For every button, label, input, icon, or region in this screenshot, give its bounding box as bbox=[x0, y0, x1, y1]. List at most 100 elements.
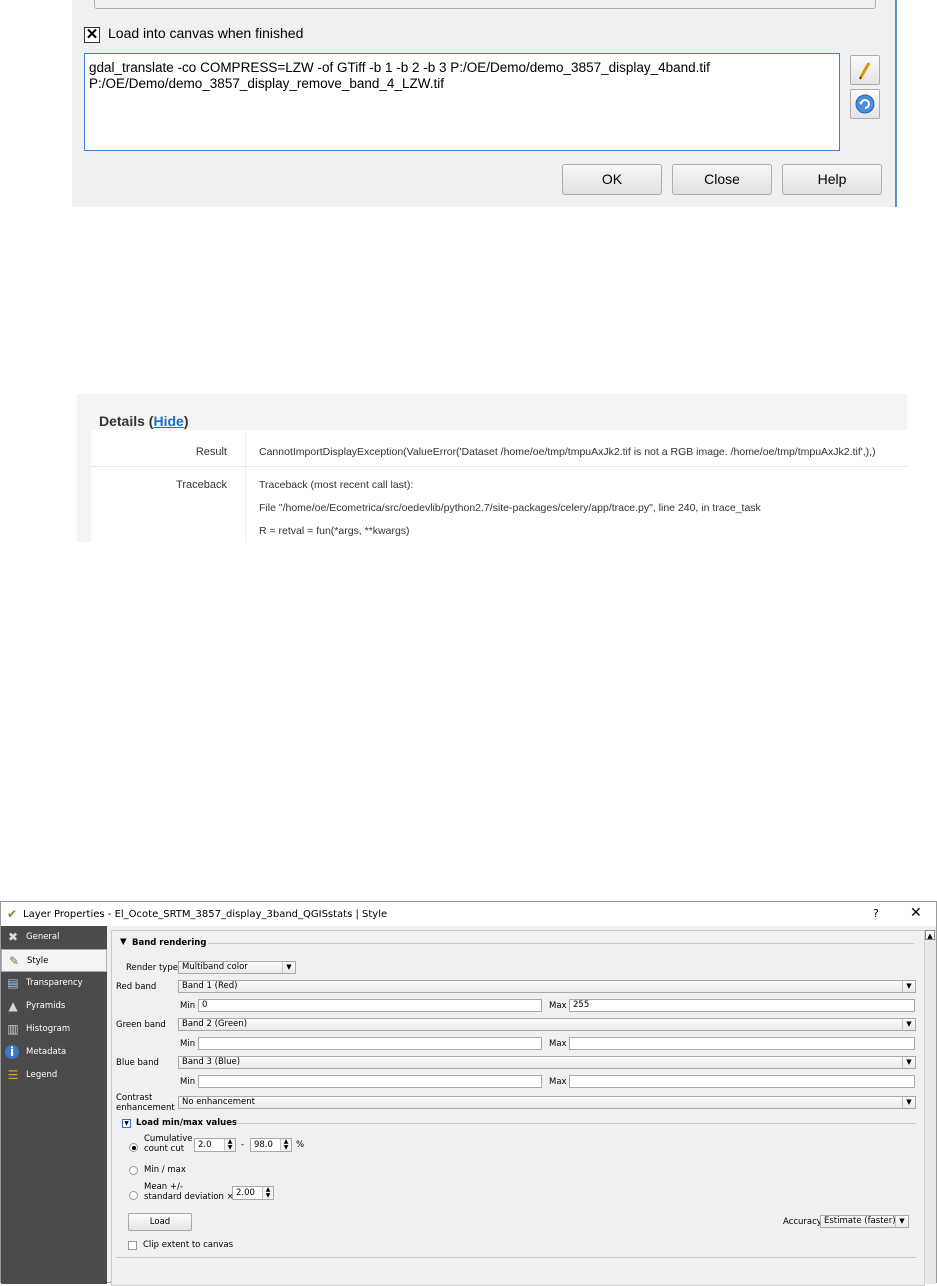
chevron-down-icon: ▼ bbox=[902, 1097, 915, 1108]
min-label: Min bbox=[180, 1077, 196, 1087]
scroll-up-icon[interactable]: ▲ bbox=[925, 930, 935, 940]
max-label: Max bbox=[549, 1077, 567, 1087]
sidebar: ✖ General ✎ Style ▤ Transparency ▲ Pyram… bbox=[1, 926, 107, 1284]
mean-label: Mean +/- bbox=[144, 1182, 183, 1192]
clip-extent-checkbox[interactable] bbox=[128, 1241, 137, 1250]
traceback-line: File "/home/oe/Ecometrica/src/oedevlib/p… bbox=[259, 502, 761, 514]
sidebar-item-pyramids[interactable]: ▲ Pyramids bbox=[1, 995, 107, 1018]
help-button[interactable]: Help bbox=[782, 164, 882, 195]
accuracy-value: Estimate (faster) bbox=[824, 1216, 896, 1226]
qgis-logo-icon: ✔ bbox=[7, 907, 18, 921]
vertical-scrollbar[interactable]: ▲ bbox=[924, 930, 936, 1284]
cumulative-low-spinbox[interactable]: 2.0 ▲ ▼ bbox=[194, 1138, 236, 1152]
error-details-panel: Details (Hide) Result CannotImportDispla… bbox=[77, 394, 907, 542]
edit-command-button[interactable] bbox=[850, 55, 880, 85]
min-max-label: Min / max bbox=[144, 1165, 186, 1175]
sidebar-item-transparency[interactable]: ▤ Transparency bbox=[1, 972, 107, 995]
green-min-input[interactable] bbox=[198, 1037, 542, 1050]
stddev-label: standard deviation × bbox=[144, 1192, 234, 1202]
green-max-input[interactable] bbox=[569, 1037, 915, 1050]
pyramids-icon: ▲ bbox=[8, 999, 18, 1013]
close-button[interactable]: Close bbox=[672, 164, 772, 195]
red-band-label: Red band bbox=[116, 982, 157, 992]
details-title-end: ) bbox=[183, 413, 189, 429]
details-title: Details ( bbox=[99, 413, 154, 429]
chevron-down-icon: ▼ bbox=[895, 1216, 908, 1227]
details-heading: Details (Hide) bbox=[99, 413, 188, 429]
reset-command-button[interactable] bbox=[850, 89, 880, 119]
sidebar-item-metadata[interactable]: i Metadata bbox=[1, 1041, 107, 1064]
green-band-label: Green band bbox=[116, 1020, 166, 1030]
min-max-radio[interactable] bbox=[129, 1166, 138, 1175]
accuracy-label: Accuracy bbox=[783, 1217, 822, 1227]
cum-high-value: 98.0 bbox=[254, 1140, 273, 1150]
gdal-translate-dialog: ✕ Load into canvas when finished gdal_tr… bbox=[72, 0, 897, 207]
sidebar-item-legend[interactable]: ☰ Legend bbox=[1, 1064, 107, 1087]
mean-stddev-radio[interactable] bbox=[129, 1191, 138, 1200]
spin-arrows-icon: ▲ ▼ bbox=[224, 1139, 235, 1151]
count-cut-label: count cut bbox=[144, 1144, 185, 1154]
max-label: Max bbox=[549, 1039, 567, 1049]
max-label: Max bbox=[549, 1001, 567, 1011]
red-max-input[interactable]: 255 bbox=[569, 999, 915, 1012]
group-bottom-border bbox=[116, 1257, 916, 1258]
spin-arrows-icon: ▲ ▼ bbox=[262, 1187, 273, 1199]
chevron-down-icon: ▼ bbox=[902, 1019, 915, 1030]
blue-min-input[interactable] bbox=[198, 1075, 542, 1088]
accuracy-select[interactable]: Estimate (faster) ▼ bbox=[820, 1215, 909, 1228]
layer-properties-window: ✔ Layer Properties - El_Ocote_SRTM_3857_… bbox=[0, 901, 937, 1286]
close-icon[interactable]: ✕ bbox=[910, 905, 922, 921]
cumulative-count-cut-radio[interactable] bbox=[129, 1143, 138, 1152]
percent-unit: % bbox=[296, 1140, 305, 1150]
column-divider bbox=[245, 430, 246, 542]
sidebar-item-style[interactable]: ✎ Style bbox=[1, 949, 107, 972]
min-label: Min bbox=[180, 1001, 196, 1011]
stddev-value: 2.00 bbox=[236, 1188, 255, 1198]
load-into-canvas-label: Load into canvas when finished bbox=[108, 25, 304, 41]
load-minmax-heading: Load min/max values bbox=[136, 1118, 238, 1128]
hide-link[interactable]: Hide bbox=[153, 413, 183, 429]
band-rendering-heading: Band rendering bbox=[132, 938, 207, 948]
load-minmax-collapse-toggle[interactable]: ▼ bbox=[122, 1119, 131, 1128]
ok-button[interactable]: OK bbox=[562, 164, 662, 195]
command-textarea[interactable]: gdal_translate -co COMPRESS=LZW -of GTif… bbox=[84, 53, 840, 151]
sidebar-item-histogram[interactable]: ▥ Histogram bbox=[1, 1018, 107, 1041]
min-label: Min bbox=[180, 1039, 196, 1049]
cumulative-label: Cumulative bbox=[144, 1134, 193, 1144]
contrast-enhancement-select[interactable]: No enhancement ▼ bbox=[178, 1096, 916, 1109]
blue-band-value: Band 3 (Blue) bbox=[182, 1057, 241, 1067]
brush-icon: ✎ bbox=[8, 954, 20, 968]
sidebar-item-label: Histogram bbox=[26, 1024, 71, 1034]
cumulative-high-spinbox[interactable]: 98.0 ▲ ▼ bbox=[250, 1138, 292, 1152]
contrast-label-2: enhancement bbox=[116, 1103, 175, 1113]
blue-band-select[interactable]: Band 3 (Blue) ▼ bbox=[178, 1056, 916, 1069]
transparency-icon: ▤ bbox=[7, 976, 19, 990]
traceback-line: Traceback (most recent call last): bbox=[259, 479, 414, 491]
chevron-down-icon: ▼ bbox=[282, 962, 295, 973]
spin-arrows-icon: ▲ ▼ bbox=[280, 1139, 291, 1151]
green-band-select[interactable]: Band 2 (Green) ▼ bbox=[178, 1018, 916, 1031]
sidebar-item-label: General bbox=[26, 932, 60, 942]
divider bbox=[236, 1123, 916, 1124]
blue-max-input[interactable] bbox=[569, 1075, 915, 1088]
legend-icon: ☰ bbox=[7, 1068, 19, 1082]
collapse-arrow-icon[interactable]: ▼ bbox=[120, 937, 127, 947]
help-icon[interactable]: ? bbox=[873, 907, 879, 920]
render-type-select[interactable]: Multiband color ▼ bbox=[178, 961, 296, 974]
stddev-spinbox[interactable]: 2.00 ▲ ▼ bbox=[232, 1186, 274, 1200]
sidebar-item-label: Style bbox=[27, 956, 49, 966]
pencil-icon bbox=[859, 62, 871, 80]
sidebar-item-general[interactable]: ✖ General bbox=[1, 926, 107, 949]
sidebar-item-label: Pyramids bbox=[26, 1001, 66, 1011]
red-band-select[interactable]: Band 1 (Red) ▼ bbox=[178, 980, 916, 993]
style-panel: ▼ Band rendering Render type Multiband c… bbox=[111, 930, 925, 1286]
load-into-canvas-checkbox[interactable]: ✕ bbox=[84, 27, 100, 43]
render-type-value: Multiband color bbox=[182, 962, 248, 972]
result-value: CannotImportDisplayException(ValueError(… bbox=[259, 446, 876, 458]
load-button[interactable]: Load bbox=[128, 1213, 192, 1231]
histogram-icon: ▥ bbox=[7, 1022, 19, 1036]
red-band-value: Band 1 (Red) bbox=[182, 981, 238, 991]
clip-extent-label: Clip extent to canvas bbox=[143, 1240, 234, 1250]
chevron-down-icon: ▼ bbox=[902, 981, 915, 992]
red-min-input[interactable]: 0 bbox=[198, 999, 542, 1012]
